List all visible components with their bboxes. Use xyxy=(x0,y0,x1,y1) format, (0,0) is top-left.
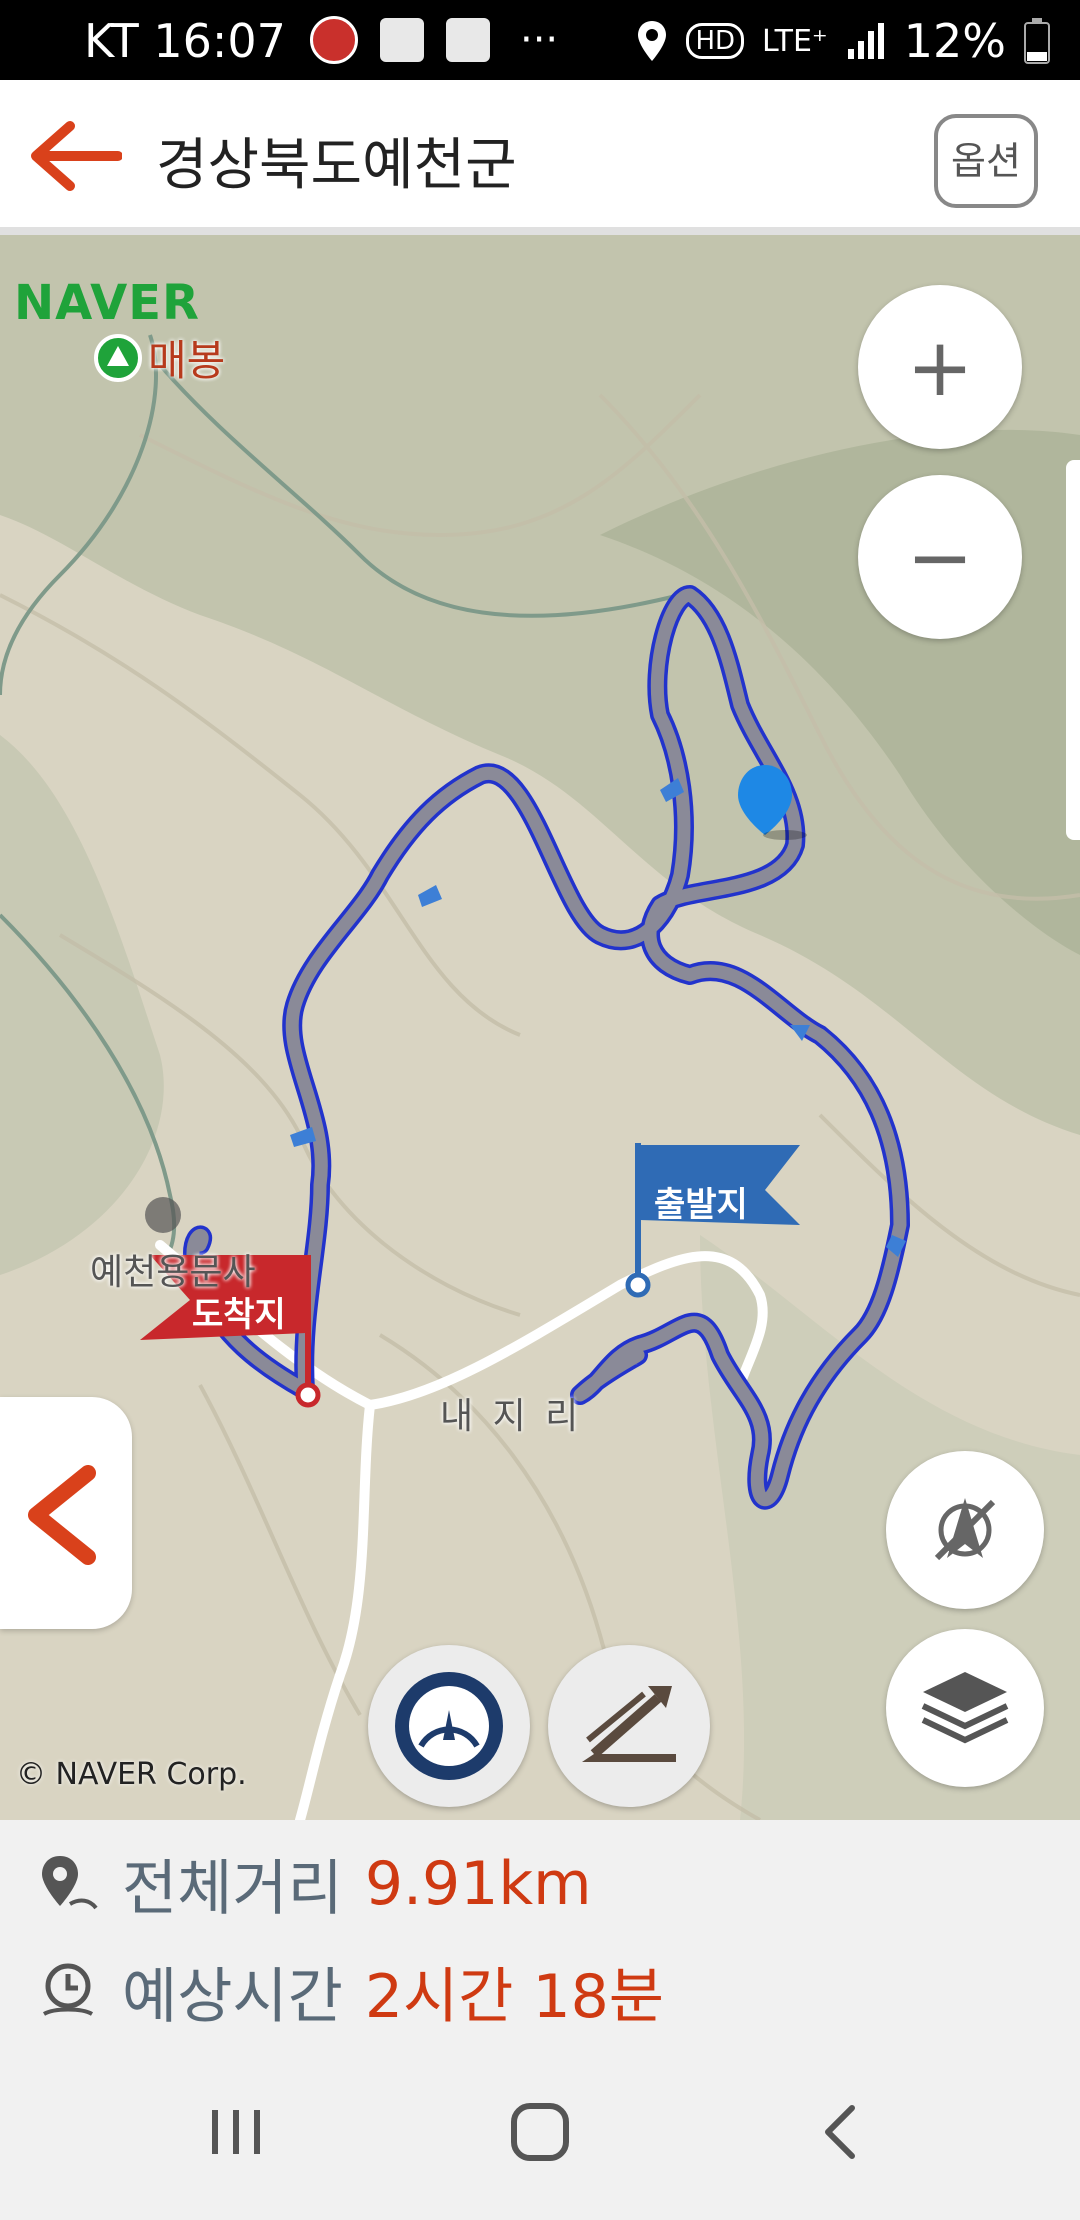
battery-percent: 12% xyxy=(903,14,1006,68)
distance-row: 전체거리 9.91km xyxy=(36,1840,592,1927)
network-type: LTE⁺ xyxy=(762,23,828,59)
options-button[interactable]: 옵션 xyxy=(934,114,1038,208)
layers-icon xyxy=(921,1672,1009,1744)
system-nav-bar xyxy=(0,2060,1080,2220)
side-panel-handle[interactable] xyxy=(1066,460,1080,840)
map-layers-button[interactable] xyxy=(886,1629,1044,1787)
battery-icon xyxy=(1024,18,1050,64)
time-label: 예상시간 xyxy=(122,1962,343,2032)
page-title: 경상북도예천군 xyxy=(156,133,517,198)
app-header: 경상북도예천군 옵션 xyxy=(0,80,1080,235)
home-icon[interactable] xyxy=(508,2102,572,2162)
hd-icon: HD xyxy=(686,23,745,59)
status-bar: KT 16:07 ··· HD LTE⁺ 12% xyxy=(0,0,1080,80)
map-view[interactable]: NAVER 매봉 예천용문사 내 지 리 출발지 도착지 + − © NAVER… xyxy=(0,235,1080,1820)
place-label-village: 내 지 리 xyxy=(440,1396,583,1437)
signal-icon xyxy=(847,23,884,59)
recent-apps-icon[interactable] xyxy=(206,2102,266,2162)
chevron-left-icon xyxy=(28,1465,96,1565)
zoom-out-button[interactable]: − xyxy=(858,475,1022,639)
speedometer-icon xyxy=(395,1672,503,1780)
gallery-icon xyxy=(380,18,424,62)
mountain-icon xyxy=(94,333,142,382)
naver-logo: NAVER xyxy=(14,275,200,331)
start-flag-label: 출발지 xyxy=(654,1185,748,1225)
time-clock-icon xyxy=(42,1963,94,2016)
map-copyright: © NAVER Corp. xyxy=(16,1757,247,1792)
distance-value: 9.91km xyxy=(364,1848,592,1919)
more-notifications-icon: ··· xyxy=(520,17,559,63)
slope-icon xyxy=(582,1686,676,1762)
time-row: 예상시간 2시간 18분 xyxy=(36,1948,664,2035)
elevation-button[interactable] xyxy=(548,1645,710,1807)
zoom-in-button[interactable]: + xyxy=(858,285,1022,449)
end-flag-label: 도착지 xyxy=(192,1295,286,1335)
back-arrow-icon[interactable] xyxy=(26,116,122,196)
route-info-panel: 전체거리 9.91km 예상시간 2시간 18분 xyxy=(0,1820,1080,2060)
panel-toggle-tab[interactable] xyxy=(0,1397,132,1629)
nav-back-icon[interactable] xyxy=(812,2102,872,2162)
app-icon xyxy=(446,18,490,62)
peak-label: 매봉 xyxy=(148,336,226,385)
distance-pin-icon xyxy=(42,1855,98,1909)
location-icon xyxy=(638,21,667,61)
speedometer-button[interactable] xyxy=(368,1645,530,1807)
location-tracking-button[interactable] xyxy=(886,1451,1044,1609)
peak-marker[interactable]: 매봉 xyxy=(94,327,225,388)
carrier-time: KT 16:07 xyxy=(84,14,286,68)
compass-off-icon xyxy=(934,1498,996,1561)
distance-label: 전체거리 xyxy=(122,1854,343,1924)
time-value: 2시간 18분 xyxy=(364,1962,665,2032)
app-notification-icon xyxy=(310,16,358,64)
